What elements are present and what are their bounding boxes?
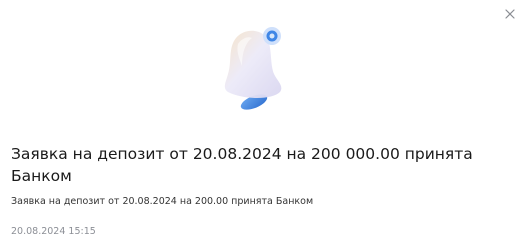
notification-timestamp: 20.08.2024 15:15 [11, 226, 96, 237]
bell-icon [224, 27, 282, 110]
close-icon [505, 9, 515, 19]
notification-title: Заявка на депозит от 20.08.2024 на 200 0… [11, 145, 473, 185]
notification-body: Заявка на депозит от 20.08.2024 на 200.0… [11, 196, 314, 207]
close-button[interactable] [503, 7, 517, 21]
notification-card: Заявка на депозит от 20.08.2024 на 200 0… [0, 0, 521, 242]
